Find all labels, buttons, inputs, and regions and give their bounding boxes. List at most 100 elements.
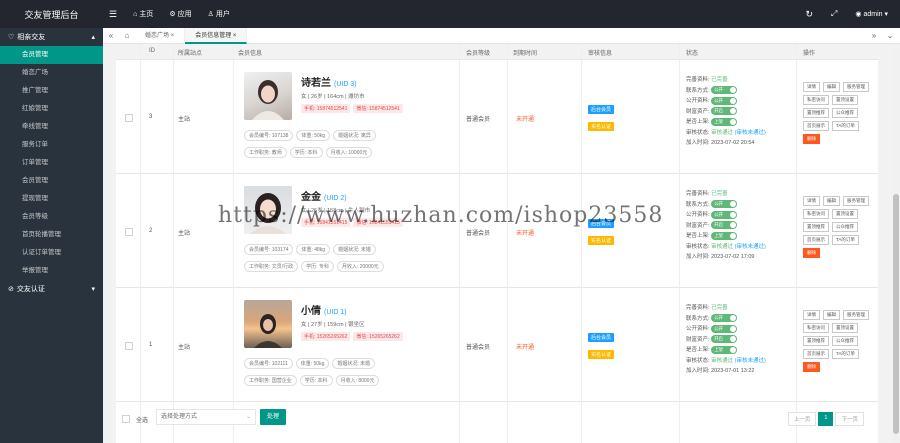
detail-button[interactable]: 详情 <box>803 196 820 206</box>
online-toggle[interactable]: 上架 <box>711 345 738 354</box>
wealth-toggle[interactable]: 开启 <box>711 107 738 116</box>
select-all-checkbox[interactable] <box>122 415 130 423</box>
row-checkbox[interactable] <box>125 342 133 350</box>
select-all-label: 全选 <box>136 418 149 424</box>
sidebar-item[interactable]: 认证订单管理 <box>0 244 103 262</box>
refresh-icon[interactable]: ↻ <box>805 9 813 20</box>
top-setting-button[interactable]: 置顶设置 <box>832 209 858 219</box>
phone-tag: 手机: 15874512541 <box>301 104 351 113</box>
edit-button[interactable]: 编辑 <box>823 310 840 320</box>
contact-toggle[interactable]: 公开 <box>711 86 738 95</box>
audit-fail-link[interactable]: (审核未通过) <box>735 130 766 136</box>
sidebar-item[interactable]: 举报管理 <box>0 262 103 280</box>
sidebar-item[interactable]: 订单管理 <box>0 154 103 172</box>
audit-pass-link[interactable]: 审核通过 <box>711 244 733 250</box>
detail-button[interactable]: 详情 <box>803 82 820 92</box>
wealth-toggle[interactable]: 开启 <box>711 335 738 344</box>
sidebar-item[interactable]: 会员管理 <box>0 172 103 190</box>
prev-page-button[interactable]: 上一页 <box>787 412 817 426</box>
page-number[interactable]: 1 <box>818 412 834 426</box>
top-setting-button[interactable]: 置顶设置 <box>832 95 858 105</box>
sidebar-item[interactable]: 婚恋广场 <box>0 64 103 82</box>
sidebar-item[interactable]: 首页轮播管理 <box>0 226 103 244</box>
sidebar-item[interactable]: 红娘管理 <box>0 100 103 118</box>
online-toggle[interactable]: 上架 <box>711 117 738 126</box>
sidebar-item[interactable]: 推广管理 <box>0 82 103 100</box>
home-show-button[interactable]: 首页展示 <box>803 235 829 245</box>
fullscreen-icon[interactable]: ⤢ <box>831 9 837 19</box>
detail-button[interactable]: 详情 <box>803 310 820 320</box>
orders-button[interactable]: TA的订单 <box>832 349 859 359</box>
expire-status: 未开通 <box>516 117 535 123</box>
home-tab-icon[interactable]: ⌂ <box>119 31 135 40</box>
public-toggle[interactable]: 公开 <box>711 210 738 219</box>
tab-square[interactable]: 婚恋广场 × <box>135 27 186 44</box>
scrollbar-thumb[interactable] <box>893 194 899 434</box>
sidebar-item[interactable]: 牵线管理 <box>0 118 103 136</box>
process-button[interactable]: 处理 <box>260 409 286 425</box>
top-recommend-button[interactable]: 置顶推荐 <box>803 108 829 118</box>
tag: 学历: 本科 <box>299 375 333 386</box>
nav-home[interactable]: ⌂ 主页 <box>133 9 153 19</box>
service-button[interactable]: 服务管理 <box>843 196 869 206</box>
tab-member-info[interactable]: 会员信息管理 × <box>185 27 248 44</box>
row-checkbox[interactable] <box>125 114 133 122</box>
sidebar-item[interactable]: 服务订单 <box>0 136 103 154</box>
sidebar-item[interactable]: 提现管理 <box>0 190 103 208</box>
public-recommend-button[interactable]: 公众推荐 <box>832 222 858 232</box>
member-uid: (UID 3) <box>334 81 357 88</box>
tag: 工作职务: 国营企业 <box>244 375 297 386</box>
contact-toggle[interactable]: 公开 <box>711 314 738 323</box>
audit-pass-link[interactable]: 审核通过 <box>711 130 733 136</box>
delete-button[interactable]: 删除 <box>803 362 820 372</box>
audit-pass-link[interactable]: 审核通过 <box>711 358 733 364</box>
top-recommend-button[interactable]: 置顶推荐 <box>803 336 829 346</box>
badge-backend: 后台会员 <box>588 105 615 114</box>
edit-button[interactable]: 编辑 <box>823 82 840 92</box>
home-show-button[interactable]: 首页展示 <box>803 121 829 131</box>
online-toggle[interactable]: 上架 <box>711 231 738 240</box>
top-setting-button[interactable]: 置顶设置 <box>832 323 858 333</box>
tabs-scroll-left-icon[interactable]: « <box>103 31 119 40</box>
delete-button[interactable]: 删除 <box>803 134 820 144</box>
public-recommend-button[interactable]: 公众推荐 <box>832 108 858 118</box>
batch-action-select[interactable]: 选择处理方式 ⌄ <box>156 409 256 425</box>
public-toggle[interactable]: 公开 <box>711 96 738 105</box>
row-checkbox[interactable] <box>125 228 133 236</box>
tabs-scroll-right-icon[interactable]: » <box>866 31 882 40</box>
table-footer: 全选 选择处理方式 ⌄ 处理 上一页 1 下一页 <box>116 406 878 432</box>
status-label: 加入时间: <box>686 368 710 374</box>
contact-toggle[interactable]: 公开 <box>711 200 738 209</box>
edit-button[interactable]: 编辑 <box>823 196 840 206</box>
wealth-toggle[interactable]: 开启 <box>711 221 738 230</box>
status-label: 是否上架: <box>686 347 710 353</box>
private-button[interactable]: 私密访问 <box>803 323 829 333</box>
status-value: 已完善 <box>711 305 728 311</box>
tabs-menu-icon[interactable]: ⌄ <box>882 31 898 40</box>
service-button[interactable]: 服务管理 <box>843 82 869 92</box>
service-button[interactable]: 服务管理 <box>843 310 869 320</box>
top-recommend-button[interactable]: 置顶推荐 <box>803 222 829 232</box>
sidebar-item[interactable]: 会员等级 <box>0 208 103 226</box>
sidebar-group-dating[interactable]: ♡ 相亲交友 ▴ <box>0 28 103 46</box>
delete-button[interactable]: 删除 <box>803 248 820 258</box>
public-toggle[interactable]: 公开 <box>711 324 738 333</box>
tag: 婚姻状况: 离异 <box>333 130 376 141</box>
home-show-button[interactable]: 首页展示 <box>803 349 829 359</box>
orders-button[interactable]: TA的订单 <box>832 235 859 245</box>
nav-app[interactable]: ⚙ 应用 <box>169 9 191 19</box>
audit-fail-link[interactable]: (审核未通过) <box>735 358 766 364</box>
next-page-button[interactable]: 下一页 <box>835 412 864 426</box>
scrollbar[interactable] <box>892 44 900 443</box>
user-menu[interactable]: ◉ admin ▾ <box>855 10 888 18</box>
orders-button[interactable]: TA的订单 <box>832 121 859 131</box>
menu-toggle-button[interactable]: ☰ <box>109 9 117 20</box>
nav-user[interactable]: ♙ 用户 <box>208 9 230 19</box>
private-button[interactable]: 私密访问 <box>803 209 829 219</box>
col-level: 会员等级 <box>466 51 491 57</box>
sidebar-group-auth[interactable]: ⊘ 交友认证 ▾ <box>0 280 103 298</box>
sidebar-item[interactable]: 会员管理 <box>0 46 103 64</box>
private-button[interactable]: 私密访问 <box>803 95 829 105</box>
public-recommend-button[interactable]: 公众推荐 <box>832 336 858 346</box>
audit-fail-link[interactable]: (审核未通过) <box>735 244 766 250</box>
